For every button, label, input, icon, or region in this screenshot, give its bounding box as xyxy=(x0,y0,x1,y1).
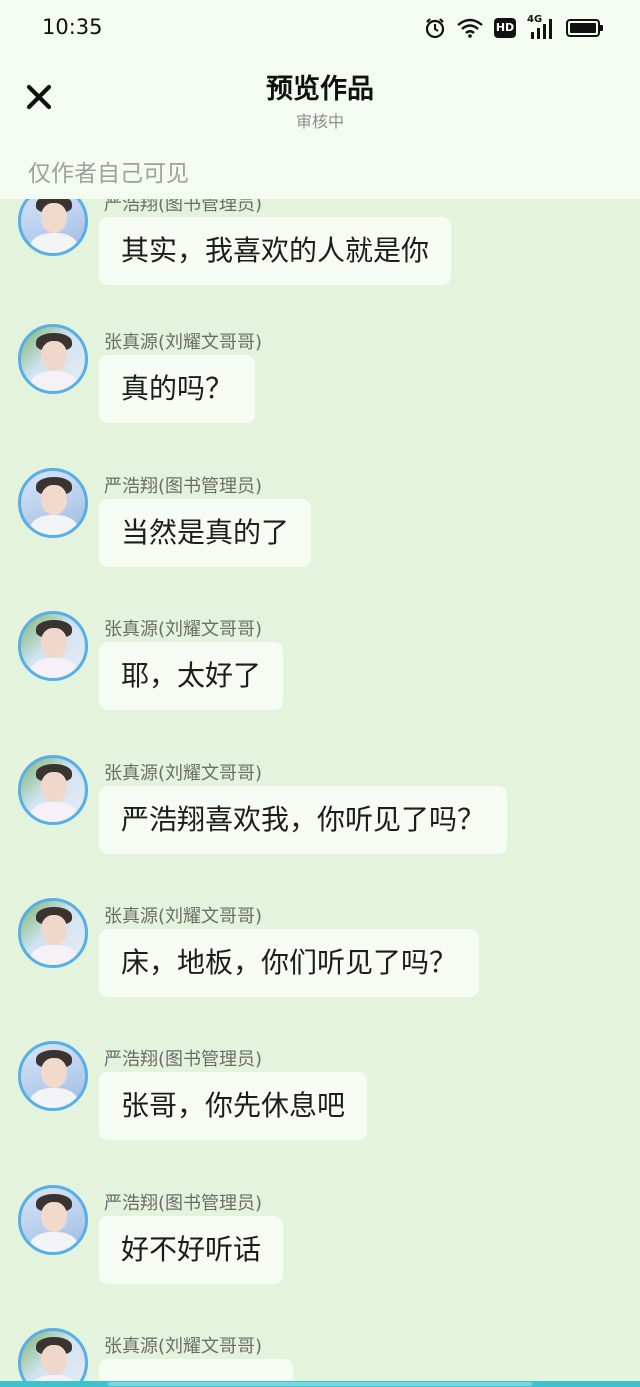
scroll-thumb[interactable] xyxy=(108,1382,532,1386)
chat-message: 严浩翔(图书管理员) 其实，我喜欢的人就是你 xyxy=(0,186,640,306)
avatar[interactable] xyxy=(18,898,88,968)
wifi-icon xyxy=(457,18,483,38)
chat-message: 张真源(刘耀文哥哥) xyxy=(0,1328,640,1381)
avatar[interactable] xyxy=(18,1185,88,1255)
chat-message: 严浩翔(图书管理员) 张哥，你先休息吧 xyxy=(0,1041,640,1161)
signal-4g-icon: 4G xyxy=(527,14,555,39)
hd-icon: HD xyxy=(494,18,516,38)
sender-name: 严浩翔(图书管理员) xyxy=(104,476,263,497)
visibility-note: 仅作者自己可见 xyxy=(28,161,189,187)
message-bubble[interactable]: 张哥，你先休息吧 xyxy=(99,1072,368,1140)
avatar[interactable] xyxy=(18,611,88,681)
chat-message: 张真源(刘耀文哥哥) 床，地板，你们听见了吗？ xyxy=(0,898,640,1018)
message-bubble[interactable]: 好不好听话 xyxy=(99,1216,284,1284)
message-bubble[interactable] xyxy=(99,1359,293,1381)
status-bar: 10:35 HD 4G xyxy=(0,0,640,56)
header: 预览作品 审核中 仅作者自己可见 xyxy=(0,56,640,199)
avatar[interactable] xyxy=(18,1328,88,1381)
status-icons: HD 4G xyxy=(424,14,603,40)
bottom-bar xyxy=(0,1381,640,1387)
sender-name: 张真源(刘耀文哥哥) xyxy=(104,906,263,927)
message-bubble[interactable]: 严浩翔喜欢我，你听见了吗？ xyxy=(99,786,508,854)
page-title: 预览作品 xyxy=(266,74,374,105)
sender-name: 张真源(刘耀文哥哥) xyxy=(104,763,263,784)
alarm-icon xyxy=(425,18,445,39)
sender-name: 张真源(刘耀文哥哥) xyxy=(104,1336,263,1357)
battery-icon xyxy=(566,19,603,37)
network-label: 4G xyxy=(527,14,543,25)
chat-message: 严浩翔(图书管理员) 当然是真的了 xyxy=(0,468,640,588)
sender-name: 严浩翔(图书管理员) xyxy=(104,1049,263,1070)
chat-list[interactable]: 严浩翔(图书管理员) 其实，我喜欢的人就是你 张真源(刘耀文哥哥) 真的吗？ 严… xyxy=(0,56,640,1381)
status-time: 10:35 xyxy=(42,15,103,39)
avatar[interactable] xyxy=(18,468,88,538)
avatar[interactable] xyxy=(18,324,88,394)
sender-name: 张真源(刘耀文哥哥) xyxy=(104,332,263,353)
message-bubble[interactable]: 当然是真的了 xyxy=(99,499,312,567)
message-bubble[interactable]: 真的吗？ xyxy=(99,355,256,423)
review-status: 审核中 xyxy=(295,112,344,131)
chat-message: 张真源(刘耀文哥哥) 真的吗？ xyxy=(0,324,640,444)
chat-message: 张真源(刘耀文哥哥) 耶，太好了 xyxy=(0,611,640,731)
chat-message: 严浩翔(图书管理员) 好不好听话 xyxy=(0,1185,640,1305)
sender-name: 张真源(刘耀文哥哥) xyxy=(104,619,263,640)
message-bubble[interactable]: 耶，太好了 xyxy=(99,642,284,710)
chat-message: 张真源(刘耀文哥哥) 严浩翔喜欢我，你听见了吗？ xyxy=(0,755,640,875)
avatar[interactable] xyxy=(18,1041,88,1111)
avatar[interactable] xyxy=(18,755,88,825)
message-bubble[interactable]: 床，地板，你们听见了吗？ xyxy=(99,929,480,997)
message-bubble[interactable]: 其实，我喜欢的人就是你 xyxy=(99,217,452,285)
sender-name: 严浩翔(图书管理员) xyxy=(104,1193,263,1214)
